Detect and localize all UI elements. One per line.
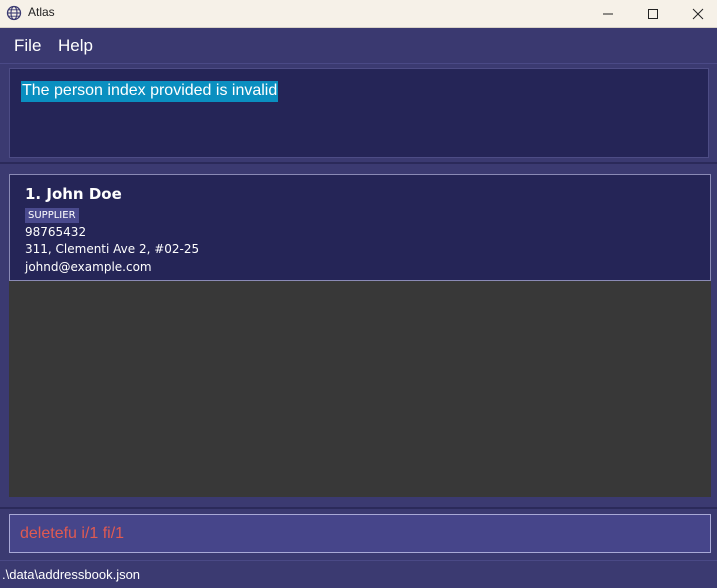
person-list[interactable]: 1. John Doe SUPPLIER 98765432 311, Cleme… <box>9 174 711 497</box>
command-input[interactable] <box>20 523 700 545</box>
minimize-icon <box>603 13 613 14</box>
person-address: 311, Clementi Ave 2, #02-25 <box>25 242 200 256</box>
minimize-button[interactable] <box>585 0 631 27</box>
result-message[interactable]: The person index provided is invalid <box>21 81 279 102</box>
file-path-status: .\data\addressbook.json <box>2 567 141 582</box>
person-name: 1. John Doe <box>25 185 122 203</box>
title-bar: Atlas <box>0 0 717 28</box>
maximize-icon <box>648 8 658 19</box>
window-title: Atlas <box>28 5 55 19</box>
menu-help[interactable]: Help <box>58 36 93 56</box>
close-button[interactable] <box>675 0 717 27</box>
status-bar: .\data\addressbook.json <box>0 560 717 588</box>
pane-divider[interactable] <box>0 507 717 509</box>
result-pane: The person index provided is invalid <box>0 64 717 162</box>
maximize-button[interactable] <box>630 0 676 27</box>
tag-badge: SUPPLIER <box>25 208 79 223</box>
pane-divider[interactable] <box>0 162 717 164</box>
command-box[interactable] <box>9 514 711 553</box>
person-email: johnd@example.com <box>25 260 152 274</box>
menu-bar: File Help <box>0 28 717 64</box>
globe-icon <box>6 5 22 21</box>
person-phone: 98765432 <box>25 225 87 239</box>
person-card[interactable]: 1. John Doe SUPPLIER 98765432 311, Cleme… <box>9 174 711 281</box>
menu-file[interactable]: File <box>14 36 41 56</box>
result-display[interactable]: The person index provided is invalid <box>9 68 709 158</box>
close-icon <box>692 8 704 19</box>
